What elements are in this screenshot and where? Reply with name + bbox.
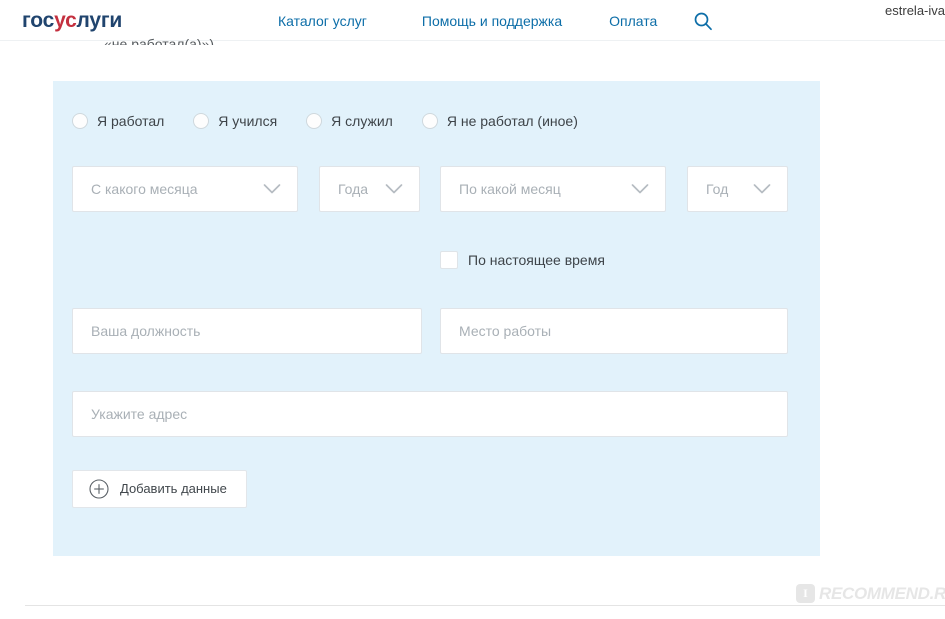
truncated-hint-text: «не работал(а)») <box>104 36 215 45</box>
from-month-select[interactable]: С какого месяца <box>72 166 298 212</box>
radio-option-studied[interactable]: Я учился <box>193 112 277 134</box>
chevron-down-icon[interactable] <box>631 184 649 195</box>
present-time-label: По настоящее время <box>468 252 605 268</box>
radio-label: Я не работал (иное) <box>446 113 578 129</box>
plus-circle-icon <box>89 479 109 499</box>
radio-circle-icon[interactable] <box>421 113 438 129</box>
from-year-placeholder: Года <box>338 181 369 197</box>
watermark-badge-icon: I <box>796 584 815 603</box>
to-month-placeholder: По какой месяц <box>459 181 561 197</box>
radio-option-not-worked[interactable]: Я не работал (иное) <box>421 112 578 134</box>
workplace-placeholder: Место работы <box>459 323 552 339</box>
radio-option-worked[interactable]: Я работал <box>72 112 164 134</box>
search-icon[interactable] <box>693 11 713 31</box>
logo-part-us: ус <box>54 9 77 32</box>
workplace-input[interactable]: Место работы <box>440 308 788 354</box>
radio-label: Я учился <box>218 113 278 129</box>
user-account-label[interactable]: estrela-iva <box>885 3 945 18</box>
logo-part-gos: гос <box>22 9 55 32</box>
address-placeholder: Укажите адрес <box>91 406 188 422</box>
address-input[interactable]: Укажите адрес <box>72 391 788 437</box>
radio-label: Я служил <box>331 113 393 129</box>
add-data-button[interactable]: Добавить данные <box>72 470 247 508</box>
add-data-label: Добавить данные <box>120 481 227 496</box>
to-month-select[interactable]: По какой месяц <box>440 166 666 212</box>
chevron-down-icon[interactable] <box>753 184 771 195</box>
nav-item-catalog[interactable]: Каталог услуг <box>278 12 367 30</box>
radio-option-served[interactable]: Я служил <box>306 112 393 134</box>
logo-part-lugi: луги <box>76 9 123 32</box>
main-navigation: Каталог услуг Помощь и поддержка Оплата <box>278 12 713 32</box>
irecommend-watermark: I RECOMMEND.RU <box>796 584 945 608</box>
from-month-placeholder: С какого месяца <box>91 181 198 197</box>
radio-circle-icon[interactable] <box>306 113 323 129</box>
from-year-select[interactable]: Года <box>319 166 420 212</box>
to-year-placeholder: Год <box>706 181 729 197</box>
chevron-down-icon[interactable] <box>385 184 403 195</box>
employment-type-radio-group: Я работал Я учился Я служил Я не работал… <box>72 112 578 134</box>
gosuslugi-logo[interactable]: госуслуги <box>22 10 122 31</box>
watermark-text: RECOMMEND.RU <box>819 584 945 603</box>
radio-circle-icon[interactable] <box>72 113 88 129</box>
chevron-down-icon[interactable] <box>263 184 281 195</box>
present-time-checkbox[interactable] <box>440 251 458 269</box>
present-time-checkbox-row[interactable]: По настоящее время <box>440 251 605 271</box>
position-input[interactable]: Ваша должность <box>72 308 422 354</box>
to-year-select[interactable]: Год <box>687 166 788 212</box>
nav-item-help[interactable]: Помощь и поддержка <box>422 12 562 30</box>
watermark-badge-letter: I <box>803 586 808 600</box>
radio-label: Я работал <box>97 113 165 129</box>
employment-form-panel: Я работал Я учился Я служил Я не работал… <box>53 81 820 556</box>
position-placeholder: Ваша должность <box>91 323 201 339</box>
radio-circle-icon[interactable] <box>193 113 210 129</box>
nav-item-payment[interactable]: Оплата <box>609 12 657 30</box>
